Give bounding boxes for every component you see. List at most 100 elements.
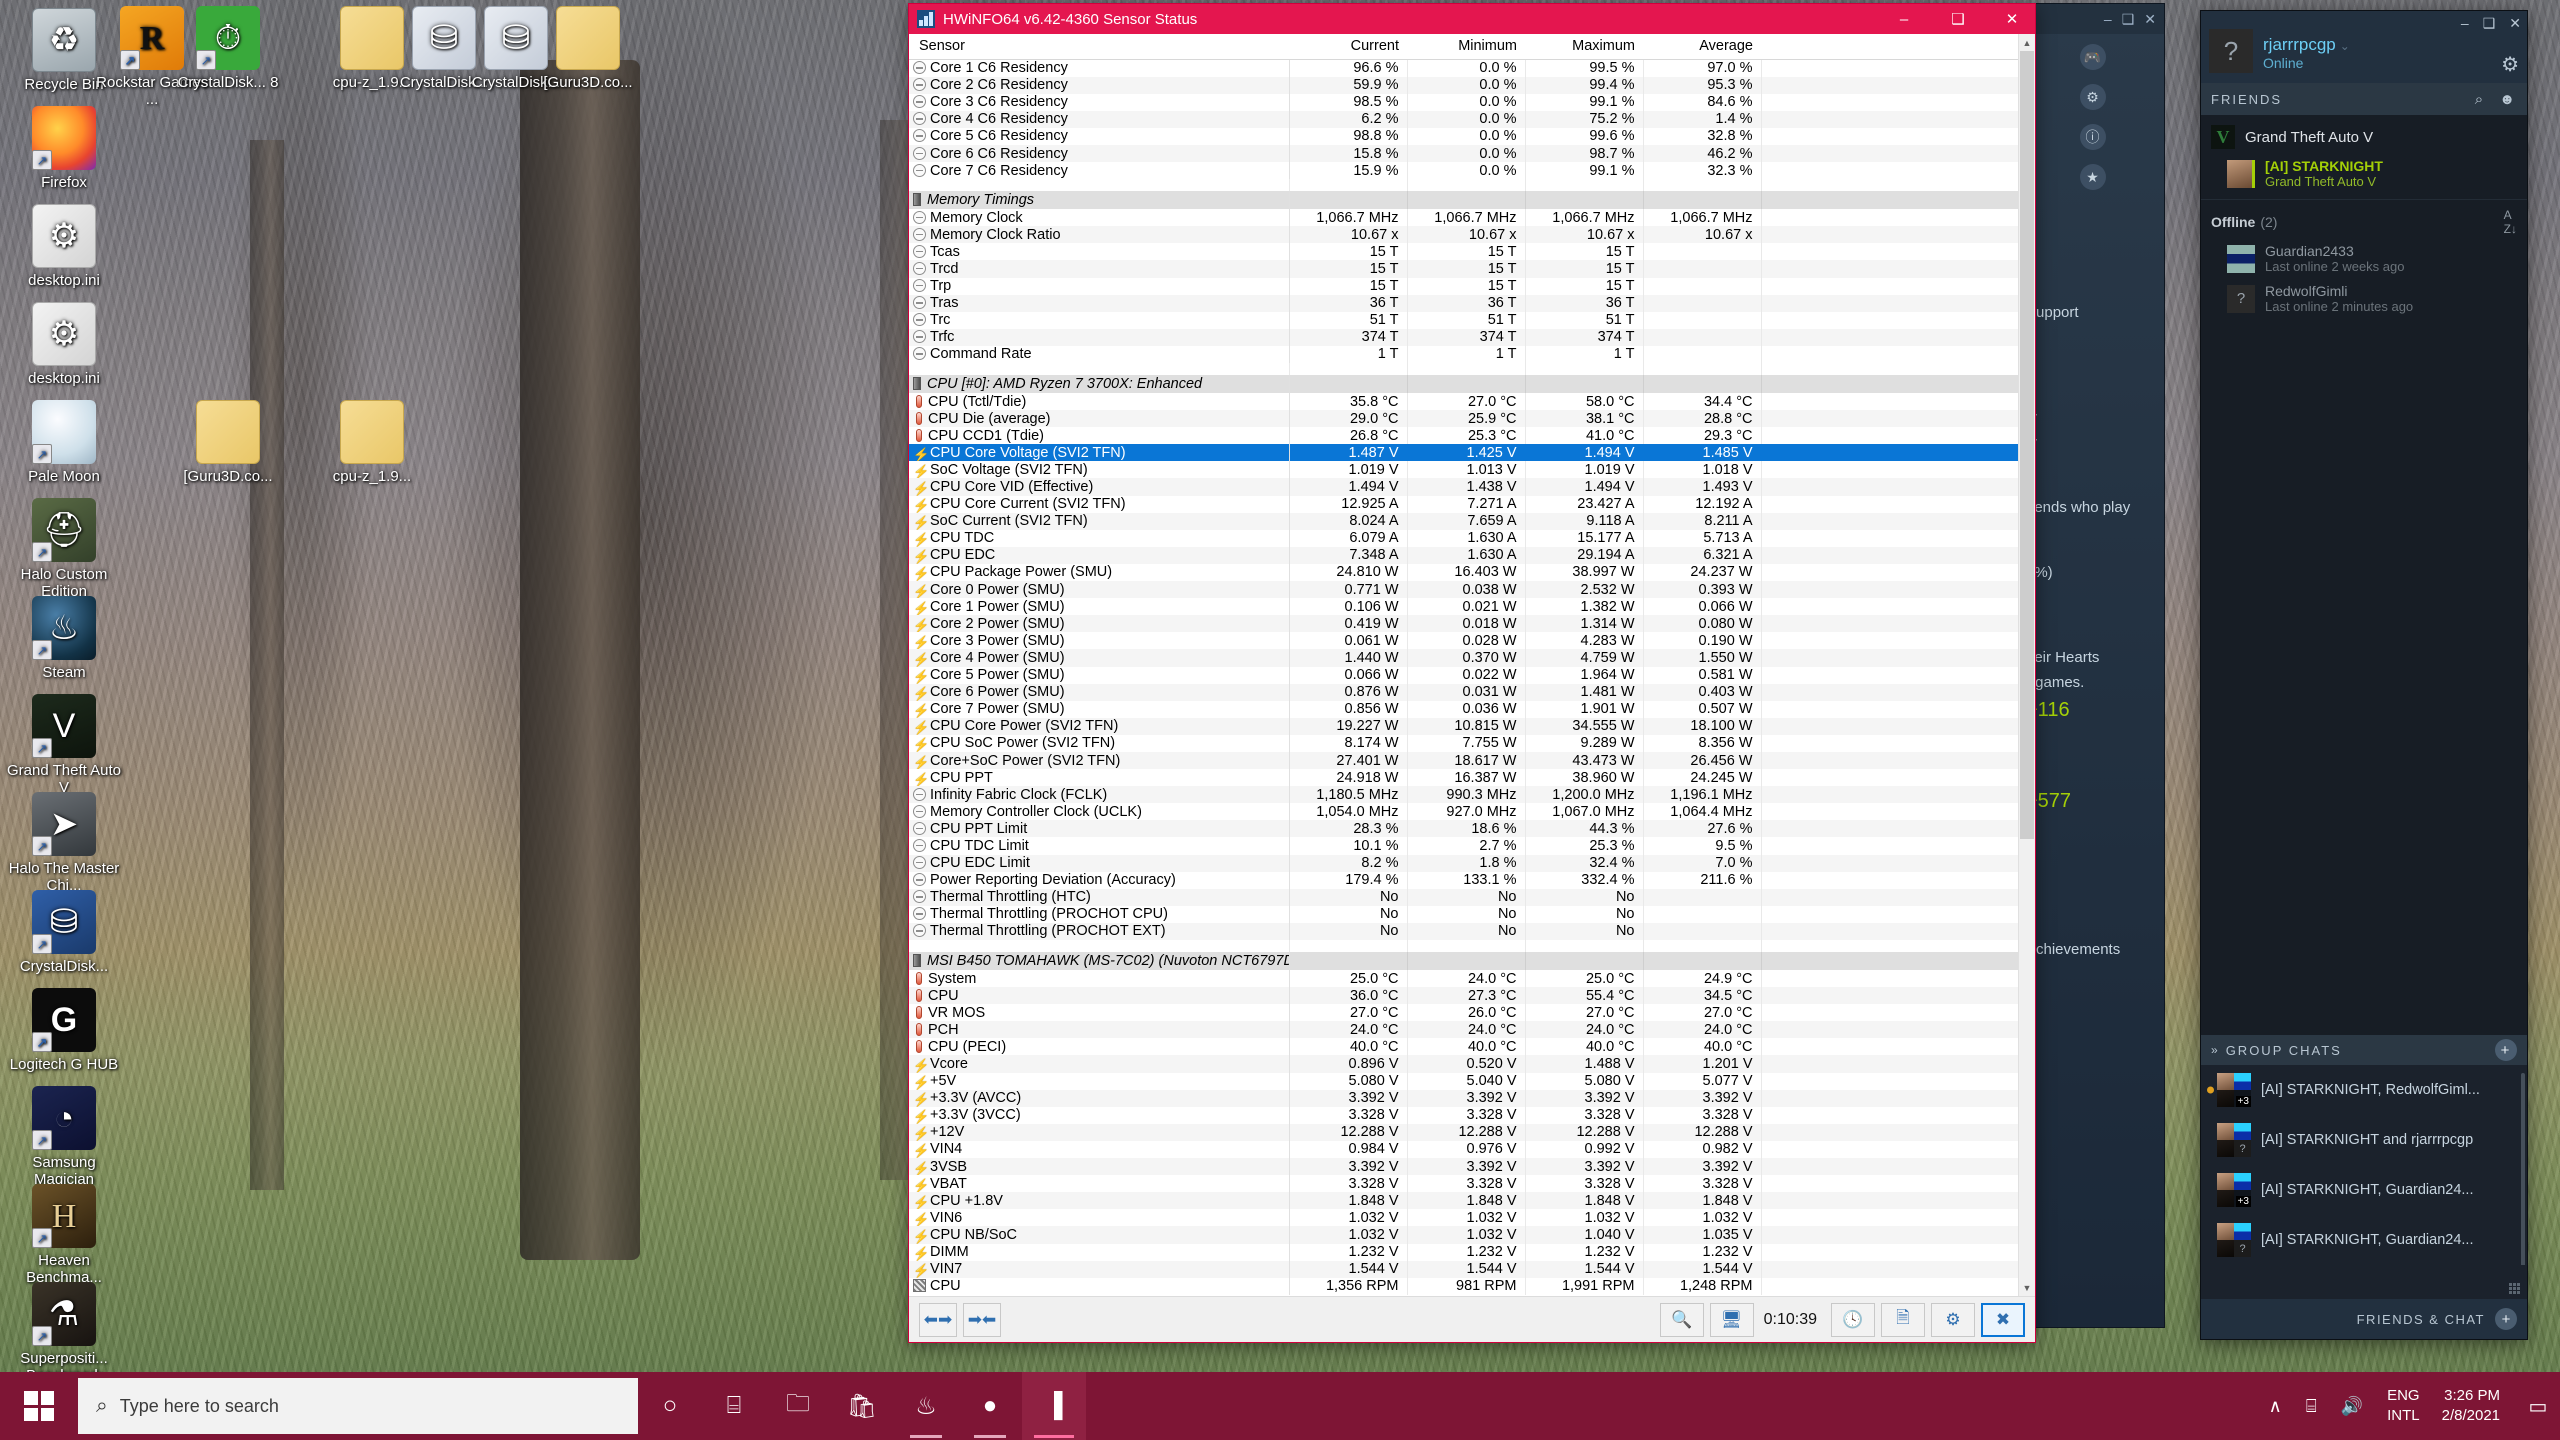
desktop-icon[interactable]: cpu-z_1.9... [312,400,432,485]
desktop-icon[interactable]: ◔ ↗ Samsung Magician [4,1086,124,1188]
sensor-row[interactable]: ⚡Core 5 Power (SMU) 0.066 W 0.022 W 1.964 W… [909,666,2018,684]
volume-icon[interactable]: 🔊 [2329,1396,2375,1417]
sensor-row[interactable]: CPU PPT Limit 28.3 % 18.6 % 44.3 % 27.6 % [909,820,2018,838]
sensor-row[interactable]: CPU 36.0 °C 27.3 °C 55.4 °C 34.5 °C [909,987,2018,1005]
scroll-columns-left-button[interactable]: ⬅➡ [919,1302,957,1337]
sensor-settings-button[interactable]: ⚙ [1931,1302,1975,1337]
close-sensors-button[interactable]: ✖ [1981,1302,2025,1337]
group-chat-item[interactable]: +3 [AI] STARKNIGHT, Guardian24... [2201,1165,2527,1215]
tray-chevron-icon[interactable]: ∧ [2257,1396,2294,1417]
sensor-row[interactable]: Trcd 15 T 15 T 15 T [909,260,2018,278]
scroll-down-button[interactable]: ▼ [2019,1279,2035,1296]
sensor-row[interactable]: CPU (PECI) 40.0 °C 40.0 °C 40.0 °C 40.0 °C [909,1038,2018,1056]
sensor-row[interactable]: ⚡+12V 12.288 V 12.288 V 12.288 V 12.288 V [909,1123,2018,1141]
sensor-row[interactable]: ⚡SoC Current (SVI2 TFN) 8.024 A 7.659 A 9.1… [909,512,2018,530]
sensor-row[interactable]: Core 2 C6 Residency 59.9 % 0.0 % 99.4 % 95.3… [909,76,2018,94]
steam-friends-window[interactable]: – ❑ ✕ ? rjarrrpcgp ⌄ Online ⚙ FRIENDS ⌕ ☻… [2200,10,2528,1340]
sensor-row[interactable]: Tras 36 T 36 T 36 T [909,294,2018,312]
sensor-row[interactable]: ⚡VIN7 1.544 V 1.544 V 1.544 V 1.544 V [909,1260,2018,1278]
sensor-row[interactable]: Infinity Fabric Clock (FCLK) 1,180.5 MHz 9… [909,786,2018,804]
hwinfo-minimize-button[interactable]: – [1881,4,1927,34]
notification-center-icon[interactable]: ▭ [2516,1394,2560,1419]
desktop-icon[interactable]: V ↗ Grand Theft Auto V [4,694,124,796]
sensor-row[interactable]: System 25.0 °C 24.0 °C 25.0 °C 24.9 °C [909,970,2018,988]
steam-minimize-button[interactable]: – [2104,11,2112,27]
sensor-row[interactable]: ⚡SoC Voltage (SVI2 TFN) 1.019 V 1.013 V 1.0… [909,461,2018,479]
new-group-chat-icon[interactable]: + [2495,1039,2517,1061]
remote-monitoring-button[interactable]: 🖥 [1709,1302,1754,1337]
sensor-row[interactable]: ⚡+3.3V (AVCC) 3.392 V 3.392 V 3.392 V 3.392 … [909,1089,2018,1107]
sensor-row[interactable]: ⚡Core+SoC Power (SVI2 TFN) 27.401 W 18.617… [909,751,2018,770]
sensor-row[interactable]: ⚡3VSB 3.392 V 3.392 V 3.392 V 3.392 V [909,1158,2018,1176]
sensor-row[interactable]: Tcas 15 T 15 T 15 T [909,243,2018,261]
sensor-row[interactable]: Trp 15 T 15 T 15 T [909,277,2018,295]
sensor-row[interactable]: ⚡CPU Core VID (Effective) 1.494 V 1.438 V1… [909,478,2018,496]
sensor-row[interactable]: ⚡VBAT 3.328 V 3.328 V 3.328 V 3.328 V [909,1175,2018,1193]
steam-gear-icon[interactable]: ⚙ [2079,84,2106,110]
col-header-sensor[interactable]: Sensor [909,34,1289,60]
desktop-icon[interactable]: ↗ Firefox [4,106,124,191]
sensor-row[interactable]: ⚡VIN4 0.984 V 0.976 V 0.992 V 0.982 V [909,1140,2018,1159]
group-chat-item[interactable]: +3 [AI] STARKNIGHT, RedwolfGiml... [2201,1065,2527,1115]
sensor-row[interactable]: ⚡Vcore 0.896 V 0.520 V 1.488 V 1.201 V [909,1055,2018,1073]
sensor-row[interactable]: Core 1 C6 Residency 96.6 % 0.0 % 99.5 % 97.0… [909,59,2018,77]
scrollbar-thumb[interactable] [2020,51,2034,839]
resize-grip[interactable] [2509,1283,2521,1295]
sensor-row[interactable]: ⚡CPU TDC 6.079 A 1.630 A 15.177 A 5.713 A [909,529,2018,547]
sensor-row[interactable]: ⚡CPU +1.8V 1.848 V 1.848 V 1.848 V 1.848 V [909,1192,2018,1210]
sensor-row[interactable]: ⚡CPU Core Voltage (SVI2 TFN) 1.487 V 1.425… [909,444,2018,462]
sensor-row[interactable]: ⚡CPU PPT 24.918 W 16.387 W 38.960 W 24.245 W [909,769,2018,787]
sensor-row[interactable]: ⚡CPU Core Power (SVI2 TFN) 19.227 W 10.815… [909,717,2018,735]
steam-close-button[interactable]: ✕ [2144,11,2156,28]
steam-controller-icon[interactable]: 🎮 [2079,44,2106,70]
sensor-row[interactable]: ⚡CPU NB/SoC 1.032 V 1.032 V 1.040 V 1.035 V [909,1226,2018,1244]
sensor-row[interactable]: CPU Die (average) 29.0 °C 25.9 °C 38.1 °C 28… [909,410,2018,428]
sensor-row[interactable]: CPU TDC Limit 10.1 % 2.7 % 25.3 % 9.5 % [909,837,2018,855]
chevron-down-icon[interactable]: ⌄ [2340,39,2350,53]
desktop-icon[interactable]: G ↗ Logitech G HUB [4,988,124,1073]
sensor-row[interactable]: Command Rate 1 T1 T1 T [909,345,2018,363]
sensor-row[interactable]: Memory Clock 1,066.7 MHz 1,066.7 MHz 1,066.… [909,209,2018,227]
steam-taskbar-icon[interactable]: ♨ [894,1372,958,1440]
desktop-icon[interactable]: ⛁ ↗ CrystalDisk... [4,890,124,975]
friends-list[interactable]: V Grand Theft Auto V [AI] STARKNIGHT Gra… [2201,115,2527,1035]
sensor-row[interactable]: ⚡CPU Package Power (SMU) 24.810 W 16.403 W… [909,563,2018,582]
sensor-row[interactable]: ⚡VIN6 1.032 V 1.032 V 1.032 V 1.032 V [909,1209,2018,1227]
group-chats-list[interactable]: +3 [AI] STARKNIGHT, RedwolfGiml... ? [AI] S… [2201,1065,2527,1265]
sensor-row[interactable]: CPU 1,356 RPM 981 RPM 1,991 RPM 1,248 RPM [909,1277,2018,1295]
task-view-taskbar-icon[interactable]: ⌸ [702,1372,766,1440]
sensor-row[interactable]: Trfc 374 T 374 T 374 T [909,328,2018,346]
sensor-row[interactable]: ⚡Core 4 Power (SMU) 1.440 W 0.370 W 4.759 W… [909,649,2018,667]
desktop-icon[interactable]: [Guru3D.co... [168,400,288,485]
sensor-row[interactable]: Core 3 C6 Residency 98.5 % 0.0 % 99.1 % 84.6… [909,93,2018,111]
sensor-row[interactable]: ⚡+3.3V (3VCC) 3.328 V 3.328 V 3.328 V 3.328 … [909,1106,2018,1124]
desktop-icon[interactable]: H ↗ Heaven Benchma... [4,1184,124,1286]
collapse-icon[interactable]: » [2211,1043,2220,1057]
sensor-row[interactable]: Core 5 C6 Residency 98.8 % 0.0 % 99.6 % 32.8… [909,127,2018,145]
desktop-icon[interactable]: ⚗↗Superpositi... Benchmark [4,1282,124,1384]
group-chat-item[interactable]: ? [AI] STARKNIGHT, Guardian24... [2201,1215,2527,1265]
desktop-icon[interactable]: ⚙ desktop.ini [4,204,124,289]
sensor-row[interactable]: Thermal Throttling (PROCHOT CPU) No No No [909,905,2018,923]
desktop-icon[interactable]: ↗ Pale Moon [4,400,124,485]
scrollbar-track[interactable] [2019,51,2035,1279]
add-friend-icon[interactable]: ☻ [2499,91,2517,108]
sensor-row[interactable]: PCH 24.0 °C 24.0 °C 24.0 °C 24.0 °C [909,1021,2018,1039]
steam-info-icon[interactable]: ⓘ [2079,124,2106,150]
sensor-row[interactable]: ⚡DIMM 1.232 V 1.232 V 1.232 V 1.232 V [909,1243,2018,1261]
scroll-up-button[interactable]: ▲ [2019,34,2035,51]
sensor-row[interactable]: Thermal Throttling (PROCHOT EXT) No No No [909,922,2018,940]
file-explorer-taskbar-icon[interactable]: 🗀 [766,1372,830,1440]
scroll-columns-right-button[interactable]: ➡⬅ [963,1302,1001,1337]
start-logging-button[interactable]: 🗎 [1881,1302,1925,1337]
list-item[interactable]: Guardian2433 Last online 2 weeks ago [2201,240,2527,280]
account-name[interactable]: rjarrrpcgp ⌄ [2263,35,2350,55]
sensor-row[interactable]: Memory Controller Clock (UCLK) 1,054.0 MH… [909,803,2018,821]
sensor-row[interactable]: Memory Clock Ratio 10.67 x 10.67 x 10.67 x1… [909,226,2018,244]
hwinfo-maximize-button[interactable]: ❑ [1935,4,1981,34]
reset-timer-button[interactable]: 🕓 [1831,1302,1875,1337]
desktop-icon[interactable]: [Guru3D.co... [528,6,648,91]
sensor-row[interactable]: ⚡CPU SoC Power (SVI2 TFN) 8.174 W 7.755 W9… [909,734,2018,752]
hwinfo64-taskbar-icon[interactable]: ▐ [1022,1372,1086,1440]
group-chats-header[interactable]: » GROUP CHATS + [2201,1035,2527,1065]
